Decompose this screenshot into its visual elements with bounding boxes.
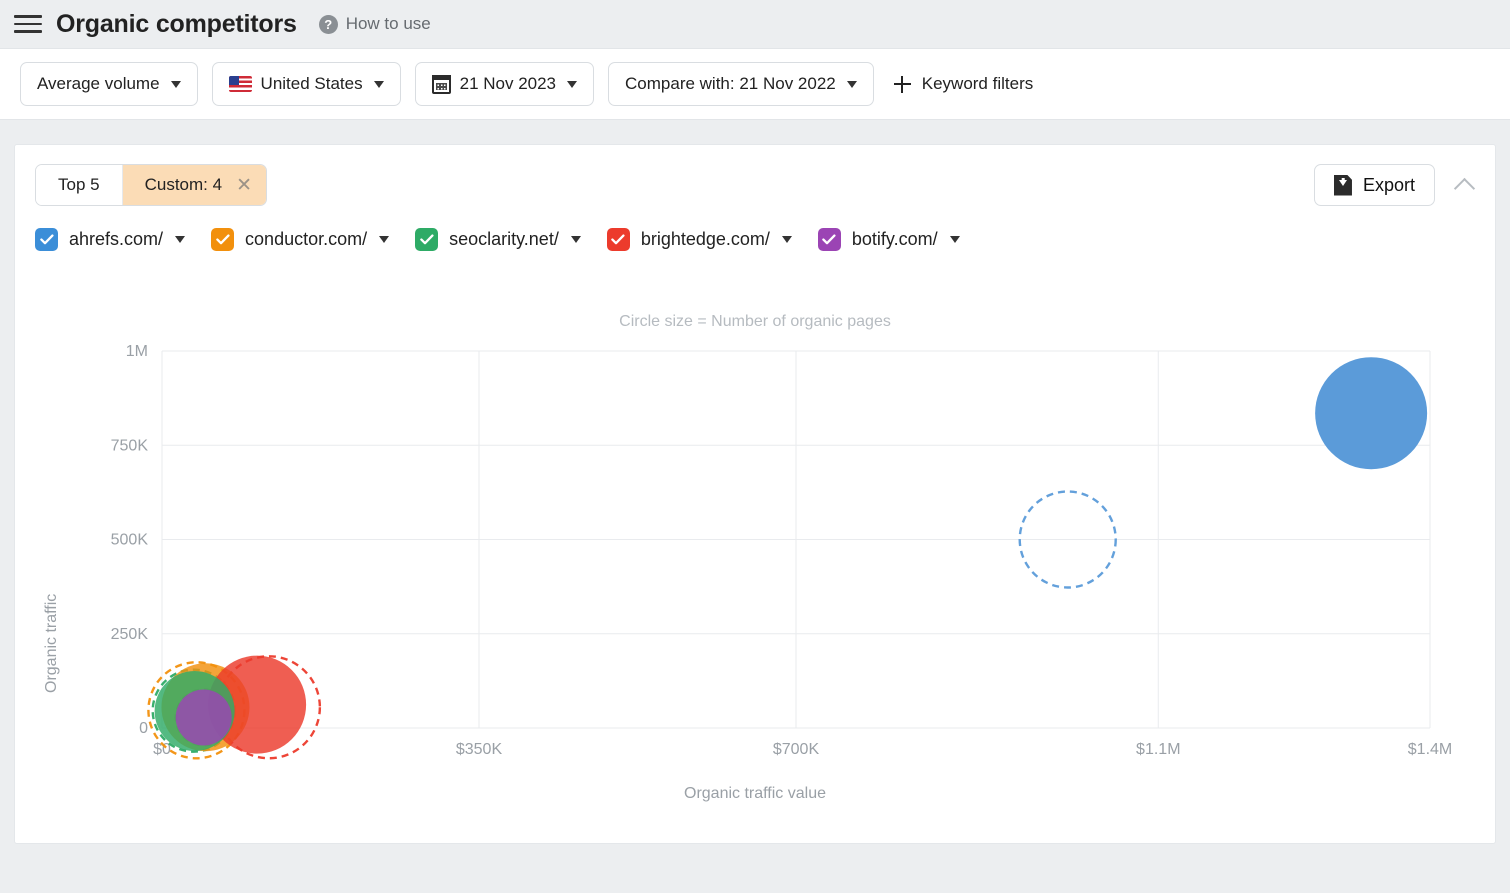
chevron-down-icon (847, 81, 857, 88)
svg-text:750K: 750K (111, 437, 149, 454)
compare-dropdown[interactable]: Compare with: 21 Nov 2022 (608, 62, 874, 106)
legend-item-botify[interactable]: botify.com/ (818, 228, 960, 251)
country-dropdown[interactable]: United States (212, 62, 401, 106)
tab-custom-label: Custom: 4 (145, 175, 222, 195)
svg-text:$1.4M: $1.4M (1408, 741, 1452, 758)
chevron-up-icon[interactable] (1455, 175, 1475, 195)
keyword-filters-label: Keyword filters (922, 74, 1033, 94)
svg-text:$700K: $700K (773, 741, 820, 758)
plus-icon (894, 76, 911, 93)
checkbox-brightedge[interactable] (607, 228, 630, 251)
close-icon[interactable]: ✕ (236, 176, 252, 195)
volume-mode-label: Average volume (37, 74, 160, 94)
legend-label-ahrefs: ahrefs.com/ (69, 229, 163, 250)
legend-label-conductor: conductor.com/ (245, 229, 367, 250)
svg-text:250K: 250K (111, 626, 149, 643)
chevron-down-icon[interactable] (950, 236, 960, 243)
app-header: Organic competitors ? How to use (0, 0, 1510, 48)
export-button[interactable]: Export (1314, 164, 1435, 206)
bubble-chart: Circle size = Number of organic pages Or… (15, 313, 1495, 843)
legend-item-conductor[interactable]: conductor.com/ (211, 228, 389, 251)
preset-tabs: Top 5 Custom: 4 ✕ (35, 164, 267, 206)
us-flag-icon (229, 76, 252, 92)
volume-mode-dropdown[interactable]: Average volume (20, 62, 198, 106)
chevron-down-icon (374, 81, 384, 88)
page-title: Organic competitors (56, 10, 297, 39)
date-dropdown[interactable]: 21 Nov 2023 (415, 62, 594, 106)
card-toolbar: Top 5 Custom: 4 ✕ Export (15, 145, 1495, 206)
how-to-use-link[interactable]: ? How to use (319, 14, 431, 34)
svg-text:1M: 1M (126, 343, 148, 360)
download-file-icon (1334, 175, 1352, 196)
legend-label-botify: botify.com/ (852, 229, 938, 250)
svg-text:500K: 500K (111, 532, 149, 549)
competitor-legend: ahrefs.com/ conductor.com/ seoclarity.ne… (15, 206, 1495, 251)
compare-label: Compare with: 21 Nov 2022 (625, 74, 836, 94)
export-label: Export (1363, 175, 1415, 196)
checkbox-seoclarity[interactable] (415, 228, 438, 251)
chevron-down-icon[interactable] (379, 236, 389, 243)
chart-x-axis-label: Organic traffic value (15, 785, 1495, 803)
date-label: 21 Nov 2023 (460, 74, 556, 94)
tab-top-5-label: Top 5 (58, 175, 100, 195)
legend-item-ahrefs[interactable]: ahrefs.com/ (35, 228, 185, 251)
calendar-icon (432, 75, 451, 94)
checkbox-botify[interactable] (818, 228, 841, 251)
chevron-down-icon[interactable] (175, 236, 185, 243)
legend-item-seoclarity[interactable]: seoclarity.net/ (415, 228, 581, 251)
hamburger-icon[interactable] (14, 10, 42, 38)
competitors-chart-card: Top 5 Custom: 4 ✕ Export ahrefs.com/ (14, 144, 1496, 844)
keyword-filters-button[interactable]: Keyword filters (888, 74, 1033, 94)
svg-text:0: 0 (139, 720, 148, 737)
chevron-down-icon[interactable] (782, 236, 792, 243)
checkbox-ahrefs[interactable] (35, 228, 58, 251)
chevron-down-icon[interactable] (571, 236, 581, 243)
chevron-down-icon (567, 81, 577, 88)
filter-bar: Average volume United States 21 Nov 2023… (0, 48, 1510, 120)
tab-custom[interactable]: Custom: 4 ✕ (123, 165, 266, 205)
legend-item-brightedge[interactable]: brightedge.com/ (607, 228, 792, 251)
card-toolbar-right: Export (1314, 164, 1475, 206)
svg-text:$350K: $350K (456, 741, 503, 758)
how-to-use-label: How to use (346, 14, 431, 34)
chevron-down-icon (171, 81, 181, 88)
legend-label-brightedge: brightedge.com/ (641, 229, 770, 250)
tab-top-5[interactable]: Top 5 (36, 165, 123, 205)
checkbox-conductor[interactable] (211, 228, 234, 251)
country-label: United States (261, 74, 363, 94)
legend-label-seoclarity: seoclarity.net/ (449, 229, 559, 250)
svg-text:$1.1M: $1.1M (1136, 741, 1180, 758)
section-spacer (0, 120, 1510, 144)
question-mark-icon: ? (319, 15, 338, 34)
chart-plot-area[interactable]: 0250K500K750K1M$0$350K$700K$1.1M$1.4M (15, 313, 1495, 783)
